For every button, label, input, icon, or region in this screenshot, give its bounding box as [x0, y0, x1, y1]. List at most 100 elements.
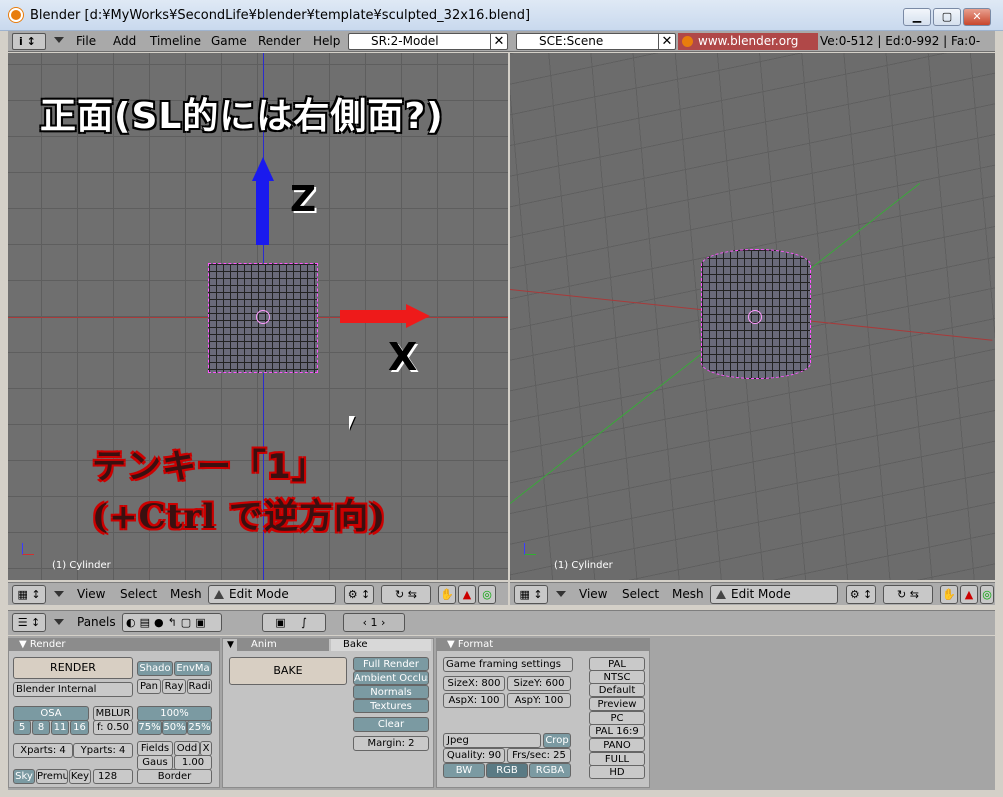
premul-toggle[interactable]: Premu: [36, 769, 68, 784]
crop-toggle[interactable]: Crop: [543, 733, 571, 748]
aspy-field[interactable]: AspY: 100: [507, 693, 571, 708]
translate-manipulator-button[interactable]: ▲: [458, 585, 476, 604]
mode-selector[interactable]: Edit Mode: [208, 585, 336, 604]
pivot-button[interactable]: ↻ ⇆: [883, 585, 933, 604]
bake-button[interactable]: BAKE: [229, 657, 347, 685]
render-button[interactable]: RENDER: [13, 657, 133, 679]
minimize-button[interactable]: ▁: [903, 8, 931, 26]
menu-timeline[interactable]: Timeline: [150, 34, 201, 48]
size-75-button[interactable]: 75%: [137, 720, 162, 735]
radiosity-toggle[interactable]: Radi: [187, 679, 212, 694]
menu-mesh[interactable]: Mesh: [672, 587, 704, 601]
menu-view[interactable]: View: [77, 587, 105, 601]
draw-type-button[interactable]: ⚙ ↕: [344, 585, 374, 604]
preset-pal169[interactable]: PAL 16:9: [589, 724, 645, 738]
border-toggle[interactable]: Border: [137, 769, 212, 784]
bits-selector[interactable]: 128: [93, 769, 133, 784]
viewport-front[interactable]: 正面(SL的には右側面?) Z X テンキー「1」 (+Ctrl で逆方向) (…: [8, 53, 508, 580]
collapse-triangle-icon[interactable]: ▼: [227, 639, 234, 651]
collapse-triangle-icon[interactable]: [54, 591, 64, 597]
file-format-selector[interactable]: Jpeg: [443, 733, 541, 748]
screen-delete-button[interactable]: ✕: [490, 34, 507, 49]
close-button[interactable]: ✕: [963, 8, 991, 26]
rotate-manipulator-button[interactable]: ◎: [980, 585, 994, 604]
draw-type-button[interactable]: ⚙ ↕: [846, 585, 876, 604]
xparts-field[interactable]: Xparts: 4: [13, 743, 73, 758]
preset-hd[interactable]: HD: [589, 765, 645, 779]
mblur-toggle[interactable]: MBLUR: [93, 706, 133, 721]
scene-selector[interactable]: SCE:Scene ✕: [516, 33, 676, 50]
collapse-triangle-icon[interactable]: [54, 37, 64, 43]
tab-anim[interactable]: Anim: [237, 639, 329, 651]
collapse-triangle-icon[interactable]: [556, 591, 566, 597]
tab-bake[interactable]: Bake: [331, 639, 431, 651]
menu-select[interactable]: Select: [622, 587, 659, 601]
subcontext-tabs[interactable]: ▣ ∫ ∿: [262, 613, 326, 646]
raytrace-toggle[interactable]: Ray: [162, 679, 186, 694]
fps-field[interactable]: Frs/sec: 25: [507, 748, 571, 763]
preset-default[interactable]: Default: [589, 683, 645, 697]
panorama-toggle[interactable]: Pan: [137, 679, 161, 694]
size-25-button[interactable]: 25%: [187, 720, 212, 735]
rotate-manipulator-button[interactable]: ◎: [478, 585, 496, 604]
osa-16[interactable]: 16: [70, 720, 89, 735]
filter-selector[interactable]: Gaus: [137, 755, 173, 770]
menu-file[interactable]: File: [76, 34, 96, 48]
menu-render[interactable]: Render: [258, 34, 301, 48]
bake-ambient-occlusion[interactable]: Ambient Occlus: [353, 671, 429, 685]
rgb-toggle[interactable]: RGB: [486, 763, 528, 778]
shadow-toggle[interactable]: Shado: [137, 661, 173, 676]
bake-clear-toggle[interactable]: Clear: [353, 717, 429, 732]
menu-help[interactable]: Help: [313, 34, 340, 48]
envmap-toggle[interactable]: EnvMa: [174, 661, 212, 676]
size-100-button[interactable]: 100%: [137, 706, 212, 721]
preset-pc[interactable]: PC: [589, 711, 645, 725]
x-toggle[interactable]: X: [200, 741, 212, 756]
odd-toggle[interactable]: Odd: [174, 741, 200, 756]
key-toggle[interactable]: Key: [69, 769, 91, 784]
bake-normals[interactable]: Normals: [353, 685, 429, 699]
size-50-button[interactable]: 50%: [162, 720, 187, 735]
preset-full[interactable]: FULL: [589, 752, 645, 766]
editor-type-icon[interactable]: ☰ ↕: [12, 613, 46, 632]
yparts-field[interactable]: Yparts: 4: [73, 743, 133, 758]
sizey-field[interactable]: SizeY: 600: [507, 676, 571, 691]
frame-field[interactable]: ‹ 1 ›: [343, 613, 405, 632]
sky-toggle[interactable]: Sky: [13, 769, 35, 784]
menu-mesh[interactable]: Mesh: [170, 587, 202, 601]
bake-margin-field[interactable]: Margin: 2: [353, 736, 429, 751]
preset-pano[interactable]: PANO: [589, 738, 645, 752]
filter-size-field[interactable]: 1.00: [174, 755, 212, 770]
manipulator-hand-button[interactable]: ✋: [940, 585, 958, 604]
rgba-toggle[interactable]: RGBA: [529, 763, 571, 778]
screen-selector[interactable]: SR:2-Model ✕: [348, 33, 508, 50]
fields-toggle[interactable]: Fields: [137, 741, 173, 756]
menu-select[interactable]: Select: [120, 587, 157, 601]
menu-add[interactable]: Add: [113, 34, 136, 48]
mblur-factor-field[interactable]: f: 0.50: [93, 720, 133, 735]
preset-ntsc[interactable]: NTSC: [589, 670, 645, 684]
bw-toggle[interactable]: BW: [443, 763, 485, 778]
aspx-field[interactable]: AspX: 100: [443, 693, 505, 708]
osa-5[interactable]: 5: [13, 720, 31, 735]
maximize-button[interactable]: ▢: [933, 8, 961, 26]
context-tabs[interactable]: ◐▤●↰▢▣: [122, 613, 222, 632]
scene-delete-button[interactable]: ✕: [658, 34, 675, 49]
translate-manipulator-button[interactable]: ▲: [960, 585, 978, 604]
preset-preview[interactable]: Preview: [589, 697, 645, 711]
renderer-selector[interactable]: Blender Internal: [13, 682, 133, 697]
game-framing-button[interactable]: Game framing settings: [443, 657, 573, 672]
editor-type-icon[interactable]: ▦ ↕: [514, 585, 548, 604]
menu-game[interactable]: Game: [211, 34, 247, 48]
info-icon[interactable]: i ↕: [12, 33, 46, 50]
manipulator-hand-button[interactable]: ✋: [438, 585, 456, 604]
sizex-field[interactable]: SizeX: 800: [443, 676, 505, 691]
menu-view[interactable]: View: [579, 587, 607, 601]
bake-full-render[interactable]: Full Render: [353, 657, 429, 671]
bake-textures[interactable]: Textures: [353, 699, 429, 713]
pivot-button[interactable]: ↻ ⇆: [381, 585, 431, 604]
preset-pal[interactable]: PAL: [589, 657, 645, 671]
mode-selector[interactable]: Edit Mode: [710, 585, 838, 604]
viewport-perspective[interactable]: (1) Cylinder: [510, 53, 995, 580]
collapse-triangle-icon[interactable]: [54, 619, 64, 625]
